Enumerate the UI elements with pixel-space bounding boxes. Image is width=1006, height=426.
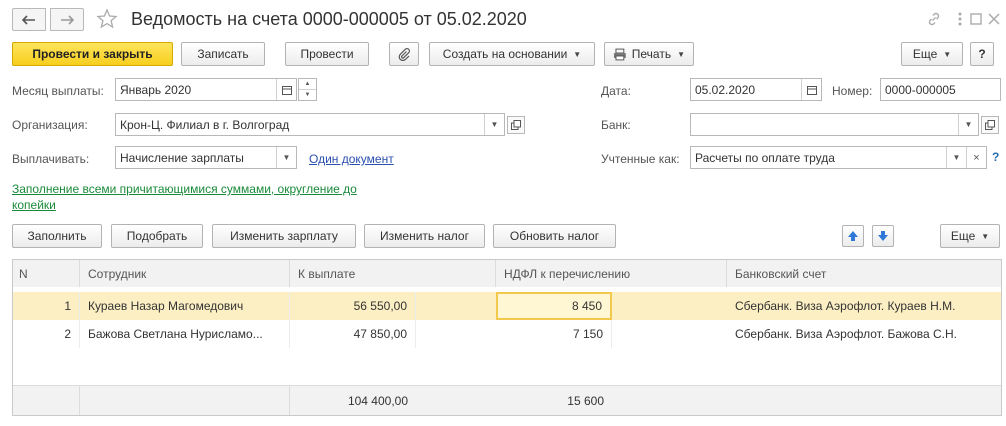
link-icon[interactable] [924,9,944,29]
employee-cell[interactable]: Бажова Светлана Нурисламо... [80,320,290,348]
calendar-icon[interactable] [276,79,296,100]
date-field[interactable]: 05.02.2020 [690,78,822,101]
total-amount: 104 400,00 [347,393,408,408]
table-more-button[interactable]: Еще ▼ [940,224,1000,248]
date-label: Дата: [601,84,631,98]
column-header-tax[interactable]: НДФЛ к перечислению [496,260,727,287]
open-icon [985,120,995,130]
post-button[interactable]: Провести [285,42,369,66]
account-cell[interactable]: Сбербанк. Виза Аэрофлот. Бажова С.Н. [727,320,1001,348]
more-button[interactable]: Еще ▼ [901,42,963,66]
tax-cell[interactable]: 7 150 [496,320,612,348]
save-button[interactable]: Записать [181,42,265,66]
number-value: 0000-000005 [885,82,956,97]
pay-label: Выплачивать: [12,152,90,166]
pay-value: Начисление зарплаты [120,150,244,165]
table-more-label: Еще [950,229,976,243]
pay-field[interactable]: Начисление зарплаты ▼ [115,146,297,169]
column-header-account[interactable]: Банковский счет [727,260,1001,287]
table-row[interactable]: 2 Бажова Светлана Нурисламо... 47 850,00… [13,320,1001,348]
more-label: Еще [912,47,938,61]
total-tax: 15 600 [567,393,604,408]
change-tax-button[interactable]: Изменить налог [364,224,485,248]
account-cell[interactable]: Сбербанк. Виза Аэрофлот. Кураев Н.М. [727,292,1001,320]
open-bank-button[interactable] [981,116,999,134]
post-and-close-button[interactable]: Провести и закрыть [12,42,173,66]
caret-down-icon: ▼ [677,49,685,59]
employee-cell[interactable]: Кураев Назар Магомедович [80,292,290,320]
row-number: 1 [13,292,80,320]
caret-down-icon: ▼ [943,49,952,59]
move-down-button[interactable] [872,225,894,247]
star-icon [96,8,118,29]
date-value: 05.02.2020 [695,82,756,97]
month-spinner[interactable]: ▲ ▼ [298,78,317,101]
month-field[interactable]: Январь 2020 [115,78,297,101]
create-based-on-label: Создать на основании [442,47,568,61]
table-footer: 104 400,00 15 600 [13,385,1001,415]
bank-field[interactable]: ▼ [690,113,979,136]
arrow-left-icon [22,14,35,25]
attach-files-button[interactable] [389,42,419,66]
table-row[interactable]: 1 Кураев Назар Магомедович 56 550,00 8 4… [13,292,1001,320]
clear-icon[interactable]: × [966,147,986,168]
create-based-on-button[interactable]: Создать на основании ▼ [429,42,595,66]
organization-field[interactable]: Крон-Ц. Филиал в г. Волгоград ▼ [115,113,505,136]
change-salary-button[interactable]: Изменить зарплату [212,224,356,248]
help-button[interactable]: ? [970,42,994,66]
favorite-star-button[interactable] [96,8,120,32]
tax-cell[interactable]: 8 450 [496,292,612,320]
caret-down-icon: ▼ [573,49,582,59]
number-field[interactable]: 0000-000005 [880,78,1001,101]
month-value: Январь 2020 [120,82,192,97]
printer-icon [613,48,626,60]
open-organization-button[interactable] [507,116,525,134]
maximize-icon[interactable] [966,9,986,29]
paperclip-icon [398,48,410,61]
amount-cell[interactable]: 47 850,00 [290,320,416,348]
help-question-icon[interactable]: ? [992,150,999,164]
row-number: 2 [13,320,80,348]
print-button[interactable]: Печать ▼ [604,42,694,66]
question-icon: ? [978,47,986,61]
close-icon[interactable] [984,9,1004,29]
forward-button[interactable] [50,8,84,31]
number-label: Номер: [832,84,873,98]
arrow-up-icon [848,231,858,241]
move-up-button[interactable] [842,225,864,247]
fill-button[interactable]: Заполнить [12,224,102,248]
arrow-right-icon [61,14,74,25]
column-header-employee[interactable]: Сотрудник [80,260,290,287]
footer-empty-cell [80,386,290,415]
month-label: Месяц выплаты: [12,84,104,98]
amount-cell[interactable]: 56 550,00 [290,292,416,320]
one-document-link[interactable]: Один документ [309,152,394,166]
accounted-field[interactable]: Расчеты по оплате труда ▼ × [690,146,987,169]
accounted-label: Учтенные как: [601,152,680,166]
column-header-amount[interactable]: К выплате [290,260,496,287]
dropdown-icon[interactable]: ▼ [276,147,296,168]
pick-button[interactable]: Подобрать [111,224,203,248]
spin-down-icon[interactable]: ▼ [299,90,316,100]
accounted-value: Расчеты по оплате труда [695,150,835,165]
bank-label: Банк: [601,118,631,132]
update-tax-button[interactable]: Обновить налог [493,224,616,248]
payroll-table: N Сотрудник К выплате НДФЛ к перечислени… [12,259,1002,416]
open-icon [511,120,521,130]
back-button[interactable] [12,8,46,31]
dropdown-icon[interactable]: ▼ [958,114,978,135]
print-label: Печать [631,47,672,61]
calendar-icon[interactable] [801,79,821,100]
organization-value: Крон-Ц. Филиал в г. Волгоград [120,117,290,132]
arrow-down-icon [878,231,888,241]
caret-down-icon: ▼ [981,231,990,241]
dropdown-icon[interactable]: ▼ [484,114,504,135]
footer-empty-cell [13,386,80,415]
column-header-n[interactable]: N [13,260,80,287]
fill-hint-link[interactable]: Заполнение всеми причитающимися суммами,… [12,181,402,213]
organization-label: Организация: [12,118,88,132]
spin-up-icon[interactable]: ▲ [299,79,316,90]
dropdown-icon[interactable]: ▼ [946,147,966,168]
page-title: Ведомость на счета 0000-000005 от 05.02.… [131,9,527,29]
